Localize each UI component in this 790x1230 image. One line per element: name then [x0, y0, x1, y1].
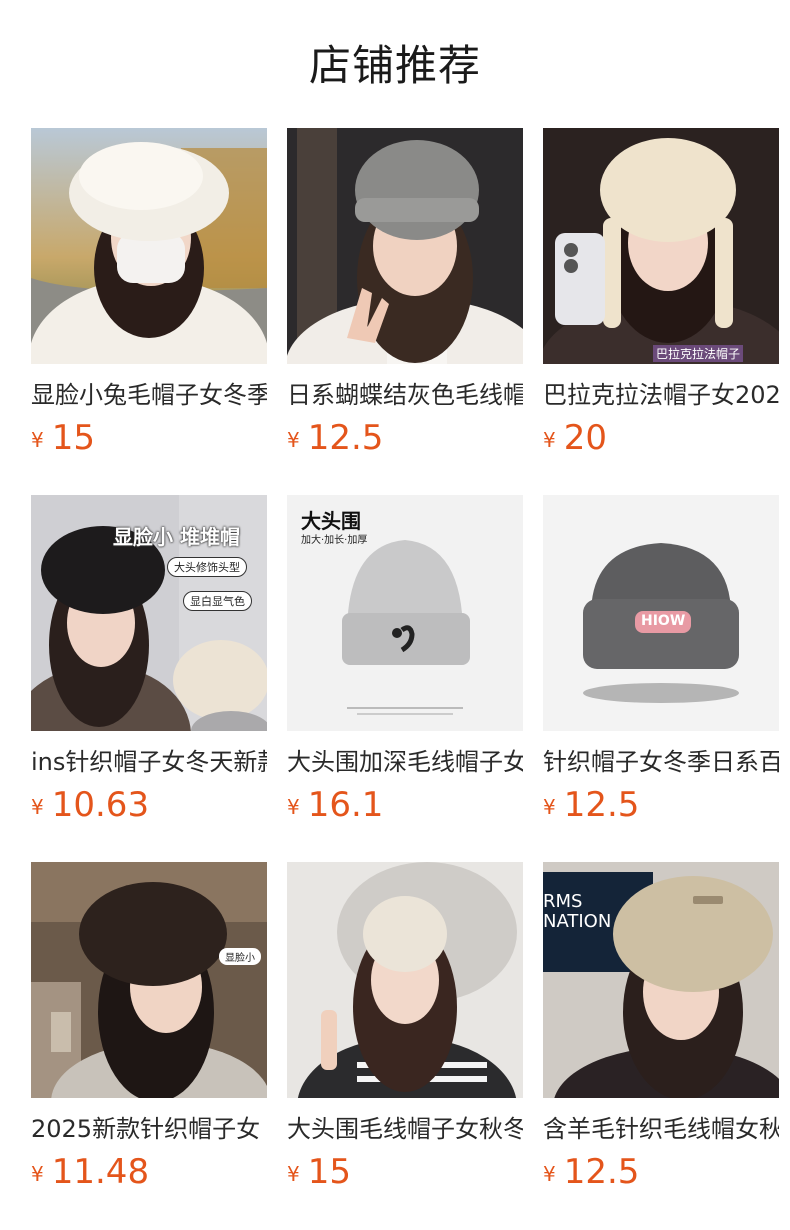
product-image[interactable]: 显脸小 堆堆帽 大头修饰头型 显白显气色 [31, 495, 267, 731]
product-card[interactable]: 大头围毛线帽子女秋冬 ¥15 [287, 862, 523, 1229]
product-name[interactable]: 巴拉克拉法帽子女2025 [543, 380, 779, 410]
store-recommendations-page: 店铺推荐 显脸小兔毛帽子女冬季 ¥ 15 日系蝴蝶结灰色毛线帽 ¥ 12.5 巴… [0, 0, 790, 1230]
product-name[interactable]: 2025新款针织帽子女 [31, 1114, 267, 1144]
product-name[interactable]: 大头围毛线帽子女秋冬 [287, 1114, 523, 1144]
product-price: ¥20 [543, 418, 779, 460]
product-image[interactable]: 巴拉克拉法帽子 [543, 128, 779, 364]
image-tag: 显白显气色 [183, 591, 252, 611]
product-price: ¥12.5 [543, 1152, 779, 1194]
image-caption: HIOW [641, 613, 686, 629]
currency-symbol: ¥ [287, 1162, 300, 1186]
currency-symbol: ¥ [31, 428, 44, 452]
image-caption: 显脸小 堆堆帽 [113, 525, 240, 549]
product-image[interactable]: 显脸小 [31, 862, 267, 1098]
product-price: ¥12.5 [287, 418, 523, 460]
product-image[interactable] [287, 128, 523, 364]
product-price: ¥10.63 [31, 785, 267, 827]
product-card[interactable]: 显脸小 堆堆帽 大头修饰头型 显白显气色 ins针织帽子女冬天新款 ¥10.63 [31, 495, 267, 862]
product-card[interactable]: HIOW 针织帽子女冬季日系百搭 ¥12.5 [543, 495, 779, 862]
product-price: ¥16.1 [287, 785, 523, 827]
price-amount: 12.5 [563, 1152, 640, 1192]
product-price: ¥11.48 [31, 1152, 267, 1194]
product-name[interactable]: 含羊毛针织毛线帽女秋冬 [543, 1114, 779, 1144]
product-name[interactable]: ins针织帽子女冬天新款 [31, 747, 267, 777]
price-amount: 12.5 [307, 418, 384, 458]
currency-symbol: ¥ [543, 428, 556, 452]
product-image[interactable] [287, 862, 523, 1098]
price-amount: 15 [51, 418, 95, 458]
product-image[interactable]: RMS NATION [543, 862, 779, 1098]
product-name[interactable]: 大头围加深毛线帽子女 [287, 747, 523, 777]
price-amount: 12.5 [563, 785, 640, 825]
currency-symbol: ¥ [31, 1162, 44, 1186]
price-amount: 20 [563, 418, 607, 458]
currency-symbol: ¥ [31, 795, 44, 819]
section-title: 店铺推荐 [308, 41, 481, 90]
product-name[interactable]: 日系蝴蝶结灰色毛线帽 [287, 380, 523, 410]
product-card[interactable]: 日系蝴蝶结灰色毛线帽 ¥12.5 [287, 128, 523, 495]
product-grid: 显脸小兔毛帽子女冬季 ¥15 日系蝴蝶结灰色毛线帽 ¥ 12.5 巴拉克拉法帽子… [31, 128, 790, 1229]
product-card[interactable]: 显脸小兔毛帽子女冬季 ¥15 [31, 128, 267, 495]
product-name[interactable]: 显脸小兔毛帽子女冬季 [31, 380, 267, 410]
image-caption: 大头围 [301, 509, 361, 533]
currency-symbol: ¥ [287, 795, 300, 819]
product-name[interactable]: 针织帽子女冬季日系百搭 [543, 747, 779, 777]
product-card[interactable]: 大头围 加大·加长·加厚 大头围加深毛线帽子女 ¥16.1 [287, 495, 523, 862]
product-image[interactable] [31, 128, 267, 364]
price-amount: 11.48 [51, 1152, 150, 1192]
price-amount: 16.1 [307, 785, 384, 825]
image-caption: 显脸小 [219, 948, 261, 965]
product-price: ¥15 [287, 1152, 523, 1194]
currency-symbol: ¥ [543, 795, 556, 819]
product-price: ¥15 [31, 418, 267, 460]
product-image[interactable]: HIOW [543, 495, 779, 731]
price-amount: 15 [307, 1152, 351, 1192]
product-image[interactable]: 大头围 加大·加长·加厚 [287, 495, 523, 731]
price-amount: 10.63 [51, 785, 150, 825]
product-price: ¥12.5 [543, 785, 779, 827]
product-card[interactable]: RMS NATION 含羊毛针织毛线帽女秋冬 ¥12.5 [543, 862, 779, 1229]
product-card[interactable]: 巴拉克拉法帽子 巴拉克拉法帽子女2025 ¥20 [543, 128, 779, 495]
currency-symbol: ¥ [543, 1162, 556, 1186]
product-card[interactable]: 显脸小 2025新款针织帽子女 ¥11.48 [31, 862, 267, 1229]
image-caption: RMS NATION [543, 891, 612, 932]
image-caption: 巴拉克拉法帽子 [653, 345, 744, 362]
currency-symbol: ¥ [287, 428, 300, 452]
image-tag: 大头修饰头型 [167, 557, 247, 577]
image-subcaption: 加大·加长·加厚 [301, 535, 368, 546]
